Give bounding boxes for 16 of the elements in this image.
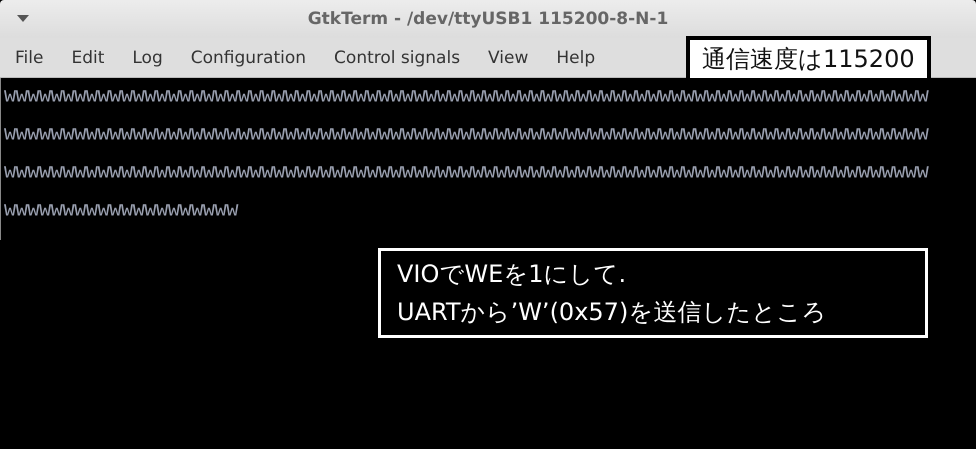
menu-item[interactable]: View (488, 48, 528, 68)
annotation-text: VIOでWEを1にして. (397, 259, 628, 290)
menu-item[interactable]: Log (132, 48, 163, 68)
menu-item[interactable]: File (15, 48, 44, 68)
terminal-line: WWWWWWWWWWWWWWWWWWWWWWWWWWWWWWWWWWWWWWWWWWWWWWWWWWWWWWWWWWWWWWWWWWWWWWWWWWWWWWW (4, 164, 930, 186)
annotation-text: 通信速度は115200 (702, 44, 915, 75)
menu-item[interactable]: Configuration (190, 48, 306, 68)
menu-item[interactable]: Edit (71, 48, 104, 68)
menu-item[interactable]: Control signals (334, 48, 460, 68)
window-title: GtkTerm - /dev/ttyUSB1 115200-8-N-1 (308, 9, 668, 29)
annotation-text: UARTから’W’(0x57)を送信したところ (397, 297, 828, 328)
menu-item[interactable]: Help (556, 48, 596, 68)
terminal-line: WWWWWWWWWWWWWWWWWWWW (4, 202, 240, 224)
terminal-line: WWWWWWWWWWWWWWWWWWWWWWWWWWWWWWWWWWWWWWWWWWWWWWWWWWWWWWWWWWWWWWWWWWWWWWWWWWWWWWW (4, 126, 930, 148)
window-menu-icon[interactable] (17, 15, 29, 23)
terminal-line: WWWWWWWWWWWWWWWWWWWWWWWWWWWWWWWWWWWWWWWWWWWWWWWWWWWWWWWWWWWWWWWWWWWWWWWWWWWWWWW (4, 88, 930, 110)
